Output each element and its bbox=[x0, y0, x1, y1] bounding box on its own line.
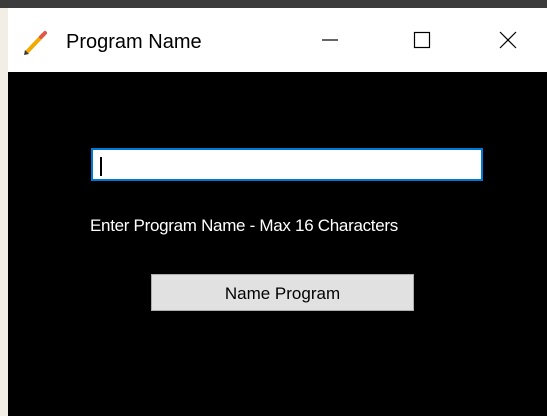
maximize-icon bbox=[413, 31, 431, 49]
close-icon bbox=[499, 31, 516, 49]
minimize-icon bbox=[322, 39, 338, 41]
desktop-background-strip bbox=[0, 0, 547, 8]
title-bar[interactable]: Program Name bbox=[8, 8, 547, 72]
minimize-button[interactable] bbox=[284, 8, 376, 72]
program-name-window: Program Name Enter Program Name - Max 16… bbox=[8, 8, 547, 416]
close-button[interactable] bbox=[468, 8, 547, 72]
program-name-hint: Enter Program Name - Max 16 Characters bbox=[90, 216, 398, 235]
pencil-icon bbox=[24, 31, 47, 55]
name-program-button[interactable]: Name Program bbox=[151, 274, 414, 311]
text-caret bbox=[100, 157, 102, 176]
program-name-input[interactable] bbox=[91, 148, 483, 181]
maximize-button[interactable] bbox=[376, 8, 468, 72]
window-title: Program Name bbox=[66, 31, 202, 53]
